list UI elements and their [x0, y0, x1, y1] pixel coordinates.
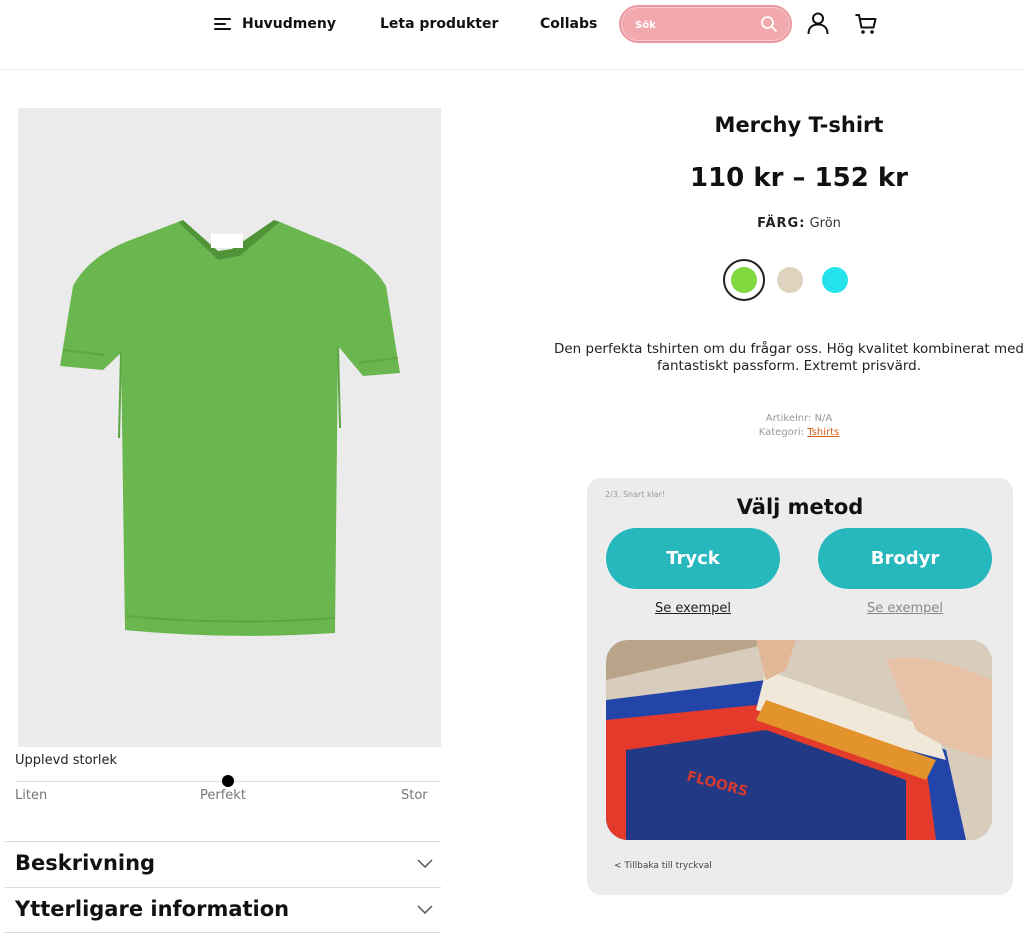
- color-value: Grön: [809, 216, 841, 231]
- size-indicator-title: Upplevd storlek: [15, 753, 118, 768]
- back-to-print-options-link[interactable]: < Tillbaka till tryckval: [614, 861, 712, 871]
- swatch-green[interactable]: [731, 267, 757, 293]
- product-color: FÄRG: Grön: [560, 216, 1024, 231]
- site-header: Huvudmeny Leta produkter Collabs: [0, 0, 1024, 70]
- accordion-additional-info[interactable]: Ytterligare information: [5, 887, 441, 933]
- nav-collabs-link[interactable]: Collabs: [540, 14, 597, 34]
- product-image[interactable]: [18, 108, 441, 747]
- main-menu-label: Huvudmeny: [242, 16, 336, 32]
- accordion-info-title: Ytterligare information: [15, 897, 290, 921]
- print-example-link[interactable]: Se exempel: [606, 601, 780, 616]
- embroidery-example-link[interactable]: Se exempel: [818, 601, 992, 616]
- chevron-down-icon: [417, 859, 433, 869]
- product-description: Den perfekta tshirten om du frågar oss. …: [542, 341, 1024, 375]
- size-label-perfect: Perfekt: [200, 788, 246, 803]
- category-label: Kategori:: [758, 427, 805, 438]
- screen-printing-image: FLOORS: [606, 640, 992, 840]
- chevron-down-icon: [417, 905, 433, 915]
- color-label: FÄRG:: [757, 216, 806, 231]
- article-number: Artikelnr: N/A: [765, 413, 833, 424]
- main-menu-button[interactable]: Huvudmeny: [214, 14, 336, 34]
- accordion-description-title: Beskrivning: [15, 851, 156, 875]
- search-icon[interactable]: [760, 15, 778, 33]
- search-box: [619, 5, 792, 43]
- category-link[interactable]: Tshirts: [807, 427, 839, 438]
- user-icon[interactable]: [806, 11, 830, 35]
- print-button[interactable]: Tryck: [606, 528, 780, 589]
- product-title: Merchy T-shirt: [714, 113, 884, 137]
- hamburger-icon: [214, 18, 231, 30]
- swatch-beige[interactable]: [777, 267, 803, 293]
- cart-icon[interactable]: [854, 12, 878, 36]
- description-line-2: fantastiskt passform. Extremt prisvärd.: [656, 358, 922, 374]
- nav-products-link[interactable]: Leta produkter: [380, 14, 498, 34]
- embroidery-button[interactable]: Brodyr: [818, 528, 992, 589]
- accordion-description[interactable]: Beskrivning: [5, 841, 441, 887]
- method-title: Välj metod: [736, 495, 864, 519]
- product-category: Kategori: Tshirts: [560, 427, 1024, 438]
- screen-printing-photo: FLOORS: [606, 640, 992, 840]
- search-input[interactable]: [635, 16, 755, 34]
- size-indicator-dot: [222, 775, 234, 787]
- size-label-small: Liten: [15, 788, 48, 803]
- tshirt-illustration: [60, 220, 400, 636]
- product-price: 110 kr – 152 kr: [690, 163, 908, 193]
- description-line-1: Den perfekta tshirten om du frågar oss. …: [553, 341, 1024, 357]
- method-selector: 2/3. Snart klar! Välj metod Tryck Brodyr…: [587, 478, 1013, 895]
- swatch-cyan[interactable]: [822, 267, 848, 293]
- size-label-large: Stor: [401, 788, 428, 803]
